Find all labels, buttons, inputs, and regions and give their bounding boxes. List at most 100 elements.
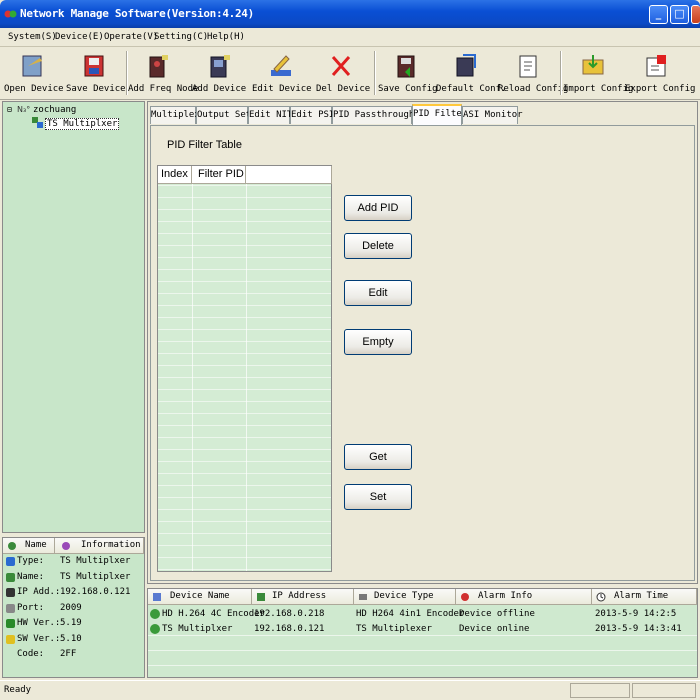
info-row-icon xyxy=(6,588,15,597)
import-config-icon xyxy=(582,55,604,75)
grid-row-line xyxy=(158,473,331,474)
info-label: Code: xyxy=(17,649,45,659)
default-conf-button[interactable]: Default Conf. xyxy=(436,50,506,98)
column-header-device-name[interactable]: Device Name xyxy=(148,589,252,605)
svg-text:N₃°: N₃° xyxy=(17,105,30,114)
table-cell: 192.168.0.121 xyxy=(254,624,325,634)
info-value: 2FF xyxy=(60,649,77,659)
info-label: Port: xyxy=(17,602,45,613)
grid-row-line xyxy=(158,209,331,210)
tree-child-node[interactable]: TS Multiplxer xyxy=(45,118,120,130)
grid-row-line xyxy=(158,365,331,366)
tab-pid-filter[interactable]: PID Filter xyxy=(412,104,467,125)
table-cell: TS Multiplexer xyxy=(356,624,432,634)
menu-device[interactable]: Device(E) xyxy=(55,32,104,42)
del-device-button[interactable]: Del Device xyxy=(316,50,370,98)
grid-row-line xyxy=(158,341,331,342)
device-name-icon xyxy=(153,593,161,601)
minimize-button[interactable]: _ xyxy=(649,5,668,24)
grid-row-line xyxy=(158,185,331,186)
save-device-icon xyxy=(84,55,104,77)
tab-edit-nit[interactable]: Edit NIT xyxy=(248,106,292,124)
edit-button[interactable]: Edit xyxy=(344,280,412,306)
get-button[interactable]: Get xyxy=(344,444,412,470)
grid-row-line xyxy=(158,245,331,246)
column-header-index[interactable]: Index xyxy=(158,166,192,184)
open-device-button[interactable]: Open Device xyxy=(4,50,64,98)
add-device-icon xyxy=(210,55,230,78)
table-cell: TS Multiplxer xyxy=(162,624,233,634)
menu-help[interactable]: Help(H) xyxy=(207,32,245,42)
table-cell: HD H264 4in1 Encoder xyxy=(356,609,465,619)
info-row-icon xyxy=(6,619,15,628)
column-header-alarm-time[interactable]: Alarm Time xyxy=(592,589,697,605)
column-header-device-type[interactable]: Device Type xyxy=(354,589,456,605)
main-panel: Multiplex Output Set Edit NIT Edit PSI P… xyxy=(147,101,698,584)
info-row-icon xyxy=(6,572,15,582)
toolbar: Open Device Save Device Add Freq Node Ad… xyxy=(0,47,700,100)
add-pid-button[interactable]: Add PID xyxy=(344,195,412,221)
table-cell: Device offline xyxy=(459,609,535,619)
grid-row-line xyxy=(158,305,331,306)
device-tree: ⊟ N₃° zochuang TS Multiplxer xyxy=(2,101,145,533)
tab-pid-passthrough[interactable]: PID Passthrough xyxy=(332,106,414,124)
info-header-information: Information xyxy=(55,538,144,554)
grid-row-line xyxy=(158,329,331,330)
reload-config-button[interactable]: Reload Config xyxy=(498,50,568,98)
tree-root-node[interactable]: zochuang xyxy=(33,105,76,115)
grid-row-line xyxy=(158,545,331,546)
export-config-button[interactable]: Export Config xyxy=(625,50,695,98)
column-header-ip-address[interactable]: IP Address xyxy=(252,589,354,605)
close-button[interactable] xyxy=(691,5,700,24)
grid-row-line xyxy=(158,317,331,318)
grid-row-line xyxy=(158,533,331,534)
info-row-icon xyxy=(6,603,15,613)
export-config-icon xyxy=(646,55,666,77)
grid-row-line xyxy=(148,635,697,636)
tab-multiplex[interactable]: Multiplex xyxy=(150,106,200,124)
set-button[interactable]: Set xyxy=(344,484,412,510)
table-cell: Device online xyxy=(459,624,530,634)
tab-edit-psi[interactable]: Edit PSI xyxy=(290,106,334,124)
title-bar[interactable]: Network Manage Software(Version:4.24) _ … xyxy=(0,0,700,28)
menu-operate[interactable]: Operate(V) xyxy=(104,32,158,42)
menu-system[interactable]: System(S) xyxy=(8,32,57,42)
delete-button[interactable]: Delete xyxy=(344,233,412,259)
collapse-toggle-icon[interactable]: ⊟ xyxy=(7,105,12,114)
add-device-button[interactable]: Add Device xyxy=(192,50,246,98)
grid-row-line xyxy=(158,569,331,570)
column-header-alarm-info[interactable]: Alarm Info xyxy=(456,589,592,605)
device-status-icon xyxy=(150,624,160,634)
open-device-icon xyxy=(22,55,42,77)
grid-row-line xyxy=(158,497,331,498)
empty-button[interactable]: Empty xyxy=(344,329,412,355)
info-label: SW Ver.: xyxy=(17,633,61,644)
pid-filter-table[interactable]: Index Filter PID xyxy=(157,165,332,572)
save-config-button[interactable]: Save Config xyxy=(378,50,438,98)
info-value: 192.168.0.121 xyxy=(60,587,131,597)
column-header-filter-pid[interactable]: Filter PID xyxy=(192,166,246,184)
grid-row-line xyxy=(148,650,697,651)
add-freq-node-button[interactable]: Add Freq Node xyxy=(128,50,198,98)
pid-filter-table-title: PID Filter Table xyxy=(167,139,242,151)
info-value: TS Multiplxer xyxy=(60,571,131,582)
info-label: HW Ver.: xyxy=(17,618,61,628)
grid-row-line xyxy=(158,437,331,438)
tab-output-set[interactable]: Output Set xyxy=(196,106,251,124)
save-device-button[interactable]: Save Device xyxy=(66,50,126,98)
menu-setting[interactable]: Setting(C) xyxy=(154,32,208,42)
info-header-name: Name xyxy=(3,538,55,554)
network-icon: N₃° xyxy=(17,105,30,114)
tab-asi-monitor[interactable]: ASI Monitor xyxy=(462,106,523,124)
grid-row-line xyxy=(158,389,331,390)
status-panel xyxy=(570,683,630,698)
maximize-button[interactable]: □ xyxy=(670,5,689,24)
status-text: Ready xyxy=(4,685,32,695)
pid-filter-pane: PID Filter Table Index Filter PID Add PI… xyxy=(150,125,695,581)
grid-row-line xyxy=(158,485,331,486)
info-value: 2009 xyxy=(60,602,82,613)
import-config-button[interactable]: Import Config xyxy=(563,50,633,98)
edit-device-button[interactable]: Edit Device xyxy=(252,50,312,98)
grid-row-line xyxy=(158,377,331,378)
grid-row-line xyxy=(158,197,331,198)
